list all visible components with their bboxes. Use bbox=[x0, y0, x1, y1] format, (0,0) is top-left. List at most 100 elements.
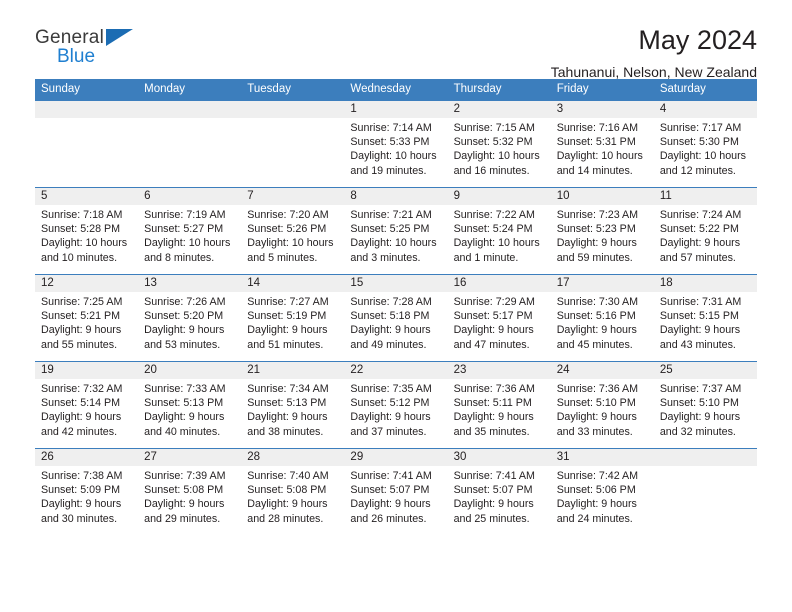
logo-triangle-icon bbox=[106, 29, 133, 46]
day-number: 7 bbox=[247, 190, 254, 202]
day-cell[interactable]: Sunrise: 7:16 AM Sunset: 5:31 PM Dayligh… bbox=[551, 118, 654, 187]
day-number: 12 bbox=[41, 277, 54, 289]
sunrise-text: Sunrise: 7:31 AM bbox=[659, 296, 742, 308]
day-number: 26 bbox=[41, 451, 54, 463]
sunrise-text: Sunrise: 7:27 AM bbox=[247, 296, 329, 308]
daylight-text-line1: Daylight: 9 hours bbox=[556, 237, 637, 250]
sunrise-text: Sunrise: 7:30 AM bbox=[556, 296, 639, 308]
sunrise-text: Sunrise: 7:40 AM bbox=[247, 470, 329, 482]
day-cell[interactable]: Sunrise: 7:36 AM Sunset: 5:10 PM Dayligh… bbox=[551, 379, 654, 448]
day-number: 10 bbox=[556, 190, 570, 202]
daylight-text-line2: and 33 minutes. bbox=[556, 425, 633, 438]
day-cell[interactable]: Sunrise: 7:18 AM Sunset: 5:28 PM Dayligh… bbox=[35, 205, 138, 274]
day-number: 1 bbox=[350, 103, 357, 115]
day-cell[interactable]: Sunrise: 7:35 AM Sunset: 5:12 PM Dayligh… bbox=[344, 379, 447, 448]
day-cell[interactable]: Sunrise: 7:40 AM Sunset: 5:08 PM Dayligh… bbox=[241, 466, 344, 535]
sunrise-text: Sunrise: 7:34 AM bbox=[247, 383, 329, 395]
day-cell[interactable]: Sunrise: 7:42 AM Sunset: 5:06 PM Dayligh… bbox=[551, 466, 654, 535]
sunrise-text: Sunrise: 7:20 AM bbox=[247, 209, 329, 221]
day-number: 25 bbox=[659, 364, 673, 376]
day-cell[interactable]: Sunrise: 7:29 AM Sunset: 5:17 PM Dayligh… bbox=[448, 292, 551, 361]
sunrise-text: Sunrise: 7:36 AM bbox=[556, 383, 639, 395]
day-cell[interactable]: Sunrise: 7:27 AM Sunset: 5:19 PM Dayligh… bbox=[241, 292, 344, 361]
day-cell[interactable]: Sunrise: 7:33 AM Sunset: 5:13 PM Dayligh… bbox=[138, 379, 241, 448]
day-cell[interactable]: Sunrise: 7:41 AM Sunset: 5:07 PM Dayligh… bbox=[344, 466, 447, 535]
day-number-row: 1 2 3 4 bbox=[35, 101, 757, 118]
calendar-week-row: 19 20 21 22 23 24 25 Sunrise: 7:32 AM Su… bbox=[35, 361, 757, 448]
sunrise-text: Sunrise: 7:35 AM bbox=[350, 383, 432, 395]
day-cell[interactable]: Sunrise: 7:22 AM Sunset: 5:24 PM Dayligh… bbox=[448, 205, 551, 274]
day-number: 3 bbox=[556, 103, 564, 115]
daylight-text-line2: and 14 minutes. bbox=[556, 164, 633, 177]
daylight-text-line2: and 30 minutes. bbox=[41, 512, 118, 525]
day-number: 19 bbox=[41, 364, 54, 376]
weekday-friday: Friday bbox=[556, 83, 589, 95]
daylight-text-line1: Daylight: 9 hours bbox=[247, 411, 328, 424]
sunset-text: Sunset: 5:17 PM bbox=[453, 310, 533, 323]
sunset-text: Sunset: 5:21 PM bbox=[41, 310, 121, 323]
day-cell[interactable]: Sunrise: 7:36 AM Sunset: 5:11 PM Dayligh… bbox=[448, 379, 551, 448]
day-cell[interactable]: Sunrise: 7:32 AM Sunset: 5:14 PM Dayligh… bbox=[35, 379, 138, 448]
day-cell[interactable]: Sunrise: 7:17 AM Sunset: 5:30 PM Dayligh… bbox=[654, 118, 757, 187]
daylight-text-line2: and 26 minutes. bbox=[350, 512, 427, 525]
daylight-text-line2: and 51 minutes. bbox=[247, 338, 324, 351]
day-cell[interactable]: Sunrise: 7:28 AM Sunset: 5:18 PM Dayligh… bbox=[344, 292, 447, 361]
day-cell[interactable]: Sunrise: 7:14 AM Sunset: 5:33 PM Dayligh… bbox=[344, 118, 447, 187]
day-detail-row: Sunrise: 7:25 AM Sunset: 5:21 PM Dayligh… bbox=[35, 292, 757, 361]
day-cell[interactable] bbox=[138, 118, 241, 187]
day-cell[interactable]: Sunrise: 7:15 AM Sunset: 5:32 PM Dayligh… bbox=[448, 118, 551, 187]
calendar-week-row: 12 13 14 15 16 17 18 Sunrise: 7:25 AM Su… bbox=[35, 274, 757, 361]
daylight-text-line1: Daylight: 9 hours bbox=[41, 411, 122, 424]
sunset-text: Sunset: 5:10 PM bbox=[659, 397, 739, 410]
sunset-text: Sunset: 5:13 PM bbox=[247, 397, 327, 410]
daylight-text-line1: Daylight: 9 hours bbox=[247, 324, 328, 337]
sunset-text: Sunset: 5:31 PM bbox=[556, 136, 636, 149]
day-cell[interactable]: Sunrise: 7:38 AM Sunset: 5:09 PM Dayligh… bbox=[35, 466, 138, 535]
logo-text-blue: Blue bbox=[57, 46, 96, 67]
day-cell[interactable] bbox=[654, 466, 757, 535]
logo-text-general: General bbox=[35, 27, 104, 48]
day-cell[interactable]: Sunrise: 7:21 AM Sunset: 5:25 PM Dayligh… bbox=[344, 205, 447, 274]
daylight-text-line1: Daylight: 9 hours bbox=[556, 324, 637, 337]
day-cell[interactable] bbox=[35, 118, 138, 187]
sunrise-text: Sunrise: 7:17 AM bbox=[659, 122, 742, 134]
day-cell[interactable]: Sunrise: 7:25 AM Sunset: 5:21 PM Dayligh… bbox=[35, 292, 138, 361]
sunset-text: Sunset: 5:09 PM bbox=[41, 484, 121, 497]
generalblue-logo[interactable]: General Blue bbox=[35, 28, 155, 72]
day-number: 17 bbox=[556, 277, 570, 289]
day-cell[interactable]: Sunrise: 7:19 AM Sunset: 5:27 PM Dayligh… bbox=[138, 205, 241, 274]
daylight-text-line2: and 12 minutes. bbox=[659, 164, 736, 177]
day-cell[interactable]: Sunrise: 7:37 AM Sunset: 5:10 PM Dayligh… bbox=[654, 379, 757, 448]
day-cell[interactable]: Sunrise: 7:31 AM Sunset: 5:15 PM Dayligh… bbox=[654, 292, 757, 361]
day-cell[interactable]: Sunrise: 7:23 AM Sunset: 5:23 PM Dayligh… bbox=[551, 205, 654, 274]
day-number: 8 bbox=[350, 190, 357, 202]
day-cell[interactable]: Sunrise: 7:20 AM Sunset: 5:26 PM Dayligh… bbox=[241, 205, 344, 274]
day-cell[interactable]: Sunrise: 7:30 AM Sunset: 5:16 PM Dayligh… bbox=[551, 292, 654, 361]
daylight-text-line1: Daylight: 9 hours bbox=[659, 237, 741, 250]
calendar-page: General Blue May 2024 Tahunanui, Nelson,… bbox=[0, 0, 792, 612]
day-number: 28 bbox=[247, 451, 261, 463]
day-cell[interactable]: Sunrise: 7:34 AM Sunset: 5:13 PM Dayligh… bbox=[241, 379, 344, 448]
day-number: 21 bbox=[247, 364, 261, 376]
day-cell[interactable]: Sunrise: 7:41 AM Sunset: 5:07 PM Dayligh… bbox=[448, 466, 551, 535]
day-cell[interactable] bbox=[241, 118, 344, 187]
daylight-text-line2: and 53 minutes. bbox=[144, 338, 221, 351]
day-number: 4 bbox=[659, 103, 667, 115]
daylight-text-line2: and 45 minutes. bbox=[556, 338, 633, 351]
day-cell[interactable]: Sunrise: 7:26 AM Sunset: 5:20 PM Dayligh… bbox=[138, 292, 241, 361]
daylight-text-line1: Daylight: 9 hours bbox=[453, 498, 534, 511]
sunset-text: Sunset: 5:13 PM bbox=[144, 397, 224, 410]
daylight-text-line1: Daylight: 9 hours bbox=[659, 324, 741, 337]
daylight-text-line2: and 42 minutes. bbox=[41, 425, 118, 438]
daylight-text-line2: and 38 minutes. bbox=[247, 425, 324, 438]
sunrise-text: Sunrise: 7:39 AM bbox=[144, 470, 226, 482]
day-cell[interactable]: Sunrise: 7:24 AM Sunset: 5:22 PM Dayligh… bbox=[654, 205, 757, 274]
sunset-text: Sunset: 5:32 PM bbox=[453, 136, 533, 149]
day-cell[interactable]: Sunrise: 7:39 AM Sunset: 5:08 PM Dayligh… bbox=[138, 466, 241, 535]
sunrise-text: Sunrise: 7:23 AM bbox=[556, 209, 639, 221]
daylight-text-line2: and 25 minutes. bbox=[453, 512, 530, 525]
daylight-text-line1: Daylight: 9 hours bbox=[41, 498, 122, 511]
day-number: 5 bbox=[41, 190, 48, 202]
weekday-tuesday: Tuesday bbox=[247, 83, 291, 95]
day-number: 29 bbox=[350, 451, 364, 463]
